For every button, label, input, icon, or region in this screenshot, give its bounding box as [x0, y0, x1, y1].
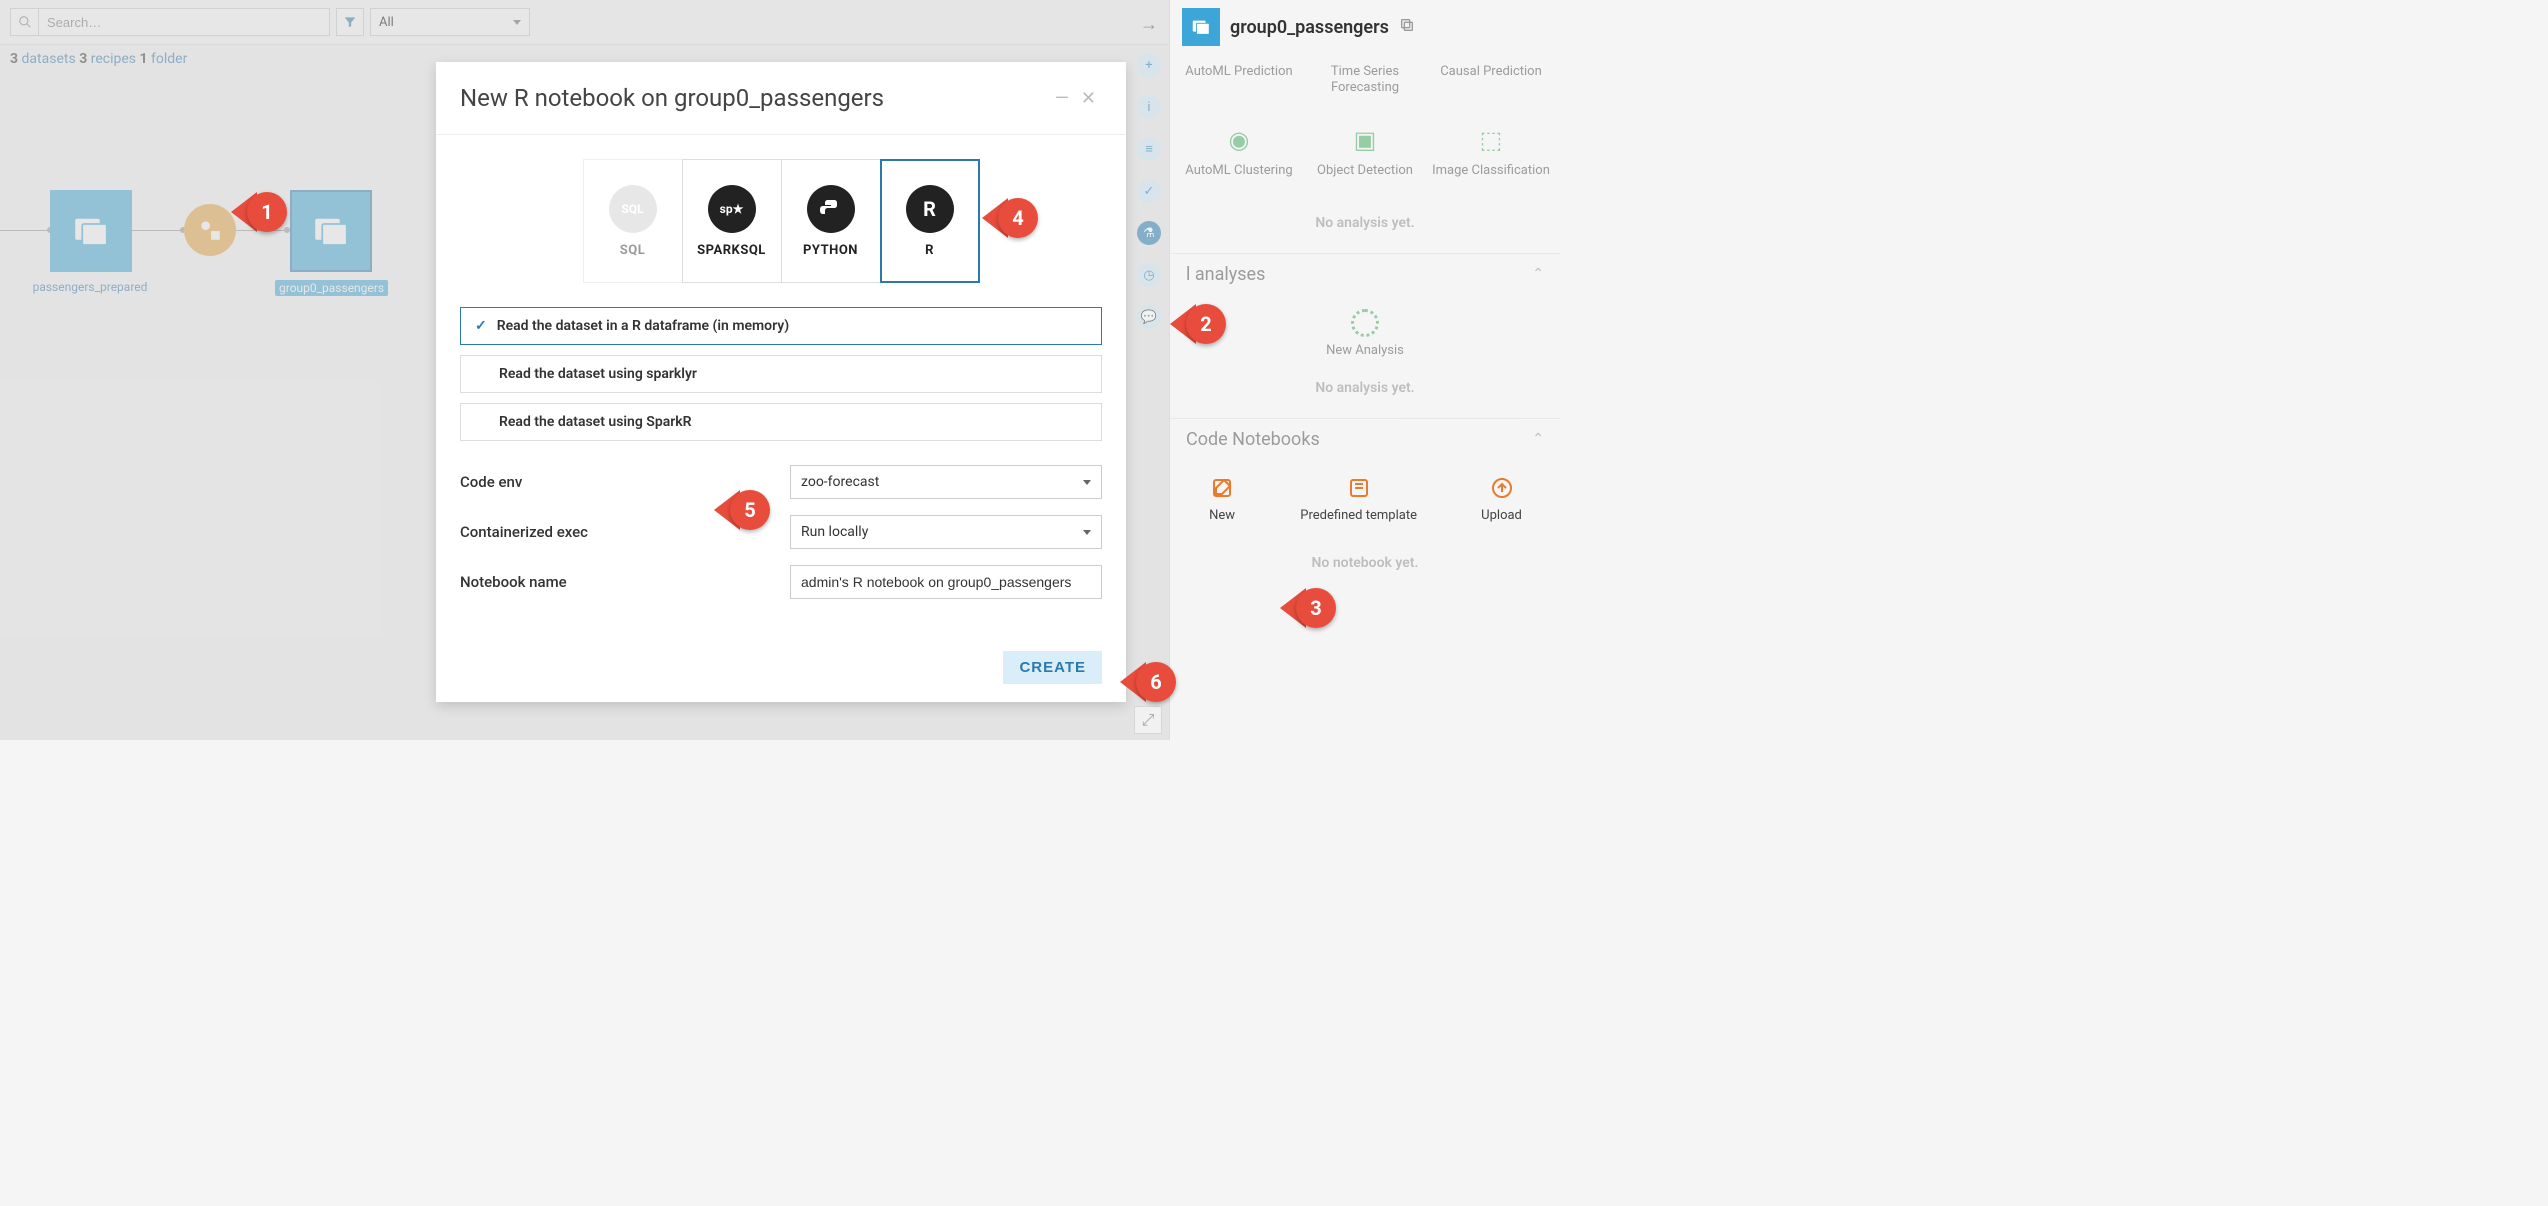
rail-chat-icon[interactable]: 💬	[1137, 305, 1161, 329]
expand-rail-icon[interactable]: →	[1140, 14, 1158, 35]
new-notebook-modal: New R notebook on group0_passengers — ✕ …	[436, 62, 1126, 702]
object-detection[interactable]: ▣ Object Detection	[1305, 123, 1425, 179]
annotation-marker-3: 3	[1280, 588, 1336, 628]
minimize-button[interactable]: —	[1049, 88, 1075, 109]
right-panel: group0_passengers AutoML Prediction Time…	[1169, 0, 1560, 740]
panel-title: group0_passengers	[1230, 17, 1389, 38]
image-classification[interactable]: ⬚ Image Classification	[1431, 123, 1551, 179]
annotation-marker-1: 1	[231, 192, 287, 232]
modal-title: New R notebook on group0_passengers	[460, 84, 1049, 112]
no-analysis-text: No analysis yet.	[1170, 197, 1560, 253]
fullscreen-button[interactable]: ⤢	[1134, 706, 1162, 734]
classification-icon: ⬚	[1474, 123, 1508, 157]
time-series-forecasting[interactable]: Time Series Forecasting	[1305, 64, 1425, 95]
upload-icon	[1488, 474, 1516, 502]
new-analysis-icon	[1351, 309, 1379, 337]
r-icon: R	[906, 185, 954, 233]
chevron-down-icon	[1083, 480, 1091, 485]
rail-list-icon[interactable]: ≡	[1137, 137, 1161, 161]
check-icon: ✓	[475, 318, 487, 334]
python-icon	[807, 185, 855, 233]
automl-prediction[interactable]: AutoML Prediction	[1179, 64, 1299, 95]
containerized-exec-select[interactable]: Run locally	[790, 515, 1102, 549]
rail-history-icon[interactable]: ◷	[1137, 263, 1161, 287]
code-env-label: Code env	[460, 473, 790, 491]
notebook-name-input[interactable]	[790, 565, 1102, 599]
clustering-icon: ◉	[1222, 123, 1256, 157]
template-icon	[1345, 474, 1373, 502]
causal-prediction[interactable]: Causal Prediction	[1431, 64, 1551, 95]
create-button[interactable]: CREATE	[1003, 651, 1102, 684]
rail-lab-icon[interactable]: ⚗	[1137, 221, 1161, 245]
new-notebook-icon	[1208, 474, 1236, 502]
detection-icon: ▣	[1348, 123, 1382, 157]
lang-tile-sparksql[interactable]: sp★ SPARKSQL	[682, 159, 782, 283]
chevron-up-icon: ⌃	[1532, 266, 1544, 282]
rail-add-icon[interactable]: +	[1137, 53, 1161, 77]
code-notebooks-section-head[interactable]: Code Notebooks ⌃	[1170, 418, 1560, 460]
rail-info-icon[interactable]: i	[1137, 95, 1161, 119]
close-button[interactable]: ✕	[1075, 88, 1102, 109]
chevron-up-icon: ⌃	[1532, 431, 1544, 447]
annotation-marker-5: 5	[714, 490, 770, 530]
read-option-sparklyr[interactable]: Read the dataset using sparklyr	[460, 355, 1102, 393]
new-analysis-button[interactable]: New Analysis	[1170, 295, 1560, 362]
analyses-section-head[interactable]: l analyses ⌃	[1170, 253, 1560, 295]
notebook-new-button[interactable]: New	[1208, 474, 1236, 524]
annotation-marker-2: 2	[1170, 304, 1226, 344]
chevron-down-icon	[1083, 530, 1091, 535]
code-env-select[interactable]: zoo-forecast	[790, 465, 1102, 499]
dataset-icon	[1182, 8, 1220, 46]
read-option-dataframe[interactable]: ✓ Read the dataset in a R dataframe (in …	[460, 307, 1102, 345]
annotation-marker-6: 6	[1120, 662, 1176, 702]
notebook-predefined-button[interactable]: Predefined template	[1300, 474, 1417, 524]
sql-icon: SQL	[609, 185, 657, 233]
read-option-sparkr[interactable]: Read the dataset using SparkR	[460, 403, 1102, 441]
panel-header: group0_passengers	[1170, 0, 1560, 54]
lang-tile-r[interactable]: R R	[880, 159, 980, 283]
right-rail: → + i ≡ ✓ ⚗ ◷ 💬	[1129, 0, 1169, 329]
lang-tile-python[interactable]: PYTHON	[781, 159, 881, 283]
no-analysis-text-2: No analysis yet.	[1170, 362, 1560, 418]
notebook-name-label: Notebook name	[460, 573, 790, 591]
rail-check-icon[interactable]: ✓	[1137, 179, 1161, 203]
notebook-upload-button[interactable]: Upload	[1481, 474, 1522, 524]
annotation-marker-4: 4	[982, 198, 1038, 238]
lang-tile-sql[interactable]: SQL SQL	[583, 159, 683, 283]
copy-icon[interactable]	[1399, 17, 1415, 37]
sparksql-icon: sp★	[708, 185, 756, 233]
automl-clustering[interactable]: ◉ AutoML Clustering	[1179, 123, 1299, 179]
no-notebook-text: No notebook yet.	[1170, 537, 1560, 593]
